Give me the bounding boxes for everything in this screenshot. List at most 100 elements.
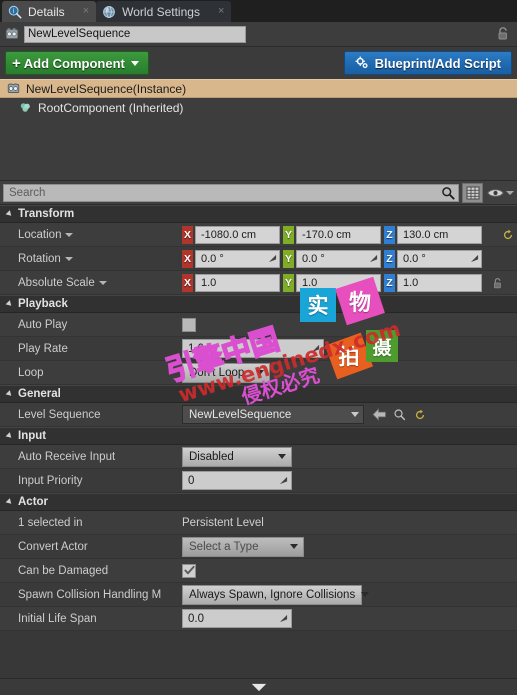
magnifier-icon[interactable] [441,186,455,200]
location-y-input[interactable]: -170.0 cm [296,225,381,244]
section-header-input[interactable]: Input [0,427,517,445]
browse-magnifier-icon[interactable] [391,406,408,423]
rotation-z-input[interactable]: 0.0 ° [397,249,482,268]
chevron-down-icon [98,280,107,285]
axis-label-y: Y [283,225,294,244]
property-value-absolute-scale: X 1.0 Y 1.0 Z 1.0 [182,273,517,292]
drag-spinner-icon[interactable] [369,254,378,263]
tab-details[interactable]: i Details × [2,1,97,22]
property-row-convert-actor: Convert Actor Select a Type [0,535,517,559]
loop-dropdown[interactable]: Don't Loop [182,362,270,383]
tree-row-label: RootComponent (Inherited) [38,100,184,115]
add-component-button[interactable]: + Add Component [5,51,149,75]
section-header-transform[interactable]: Transform [0,205,517,223]
auto-play-checkbox[interactable] [182,317,196,332]
scroll-footer[interactable] [0,678,517,695]
input-priority-input[interactable]: 0 [182,471,292,490]
drag-spinner-icon[interactable] [279,476,288,485]
tree-row-label: NewLevelSequence(Instance) [26,81,187,96]
section-title: Input [18,430,47,442]
reset-arrow-icon[interactable] [499,226,516,243]
expander-triangle-icon [5,498,14,506]
tab-world-settings-close-icon[interactable]: × [218,6,224,17]
reset-arrow-icon[interactable] [411,406,428,423]
value-text: 1.0 [188,342,204,355]
label-text: Initial Life Span [18,612,97,625]
level-sequence-asset-picker[interactable]: NewLevelSequence [182,405,364,424]
property-row-absolute-scale: Absolute Scale X 1.0 Y 1.0 Z 1.0 [0,271,517,295]
expander-triangle-icon [5,432,14,440]
auto-receive-input-dropdown[interactable]: Disabled [182,446,292,467]
property-row-auto-play: Auto Play [0,313,517,337]
label-text: Level Sequence [18,408,101,421]
value-text: 0.0 ° [302,252,325,265]
value-text: 0 [188,474,195,487]
component-tree: NewLevelSequence(Instance) RootComponent… [0,79,517,181]
chevron-down-icon [361,592,370,597]
location-x-input[interactable]: -1080.0 cm [195,225,280,244]
spawn-collision-dropdown[interactable]: Always Spawn, Ignore Collisions [182,584,370,605]
property-row-rotation: Rotation X 0.0 ° Y 0.0 ° Z 0.0 ° [0,247,517,271]
play-rate-input[interactable]: 1.0 [182,339,324,358]
blueprint-add-script-button[interactable]: Blueprint/Add Script [343,51,512,75]
section-header-playback[interactable]: Playback [0,295,517,313]
label-text: Absolute Scale [18,276,95,289]
drag-spinner-icon[interactable] [470,254,479,263]
scale-y-input[interactable]: 1.0 [296,273,381,292]
property-label-can-be-damaged: Can be Damaged [18,565,182,577]
label-text: Auto Play [18,318,68,331]
checkmark-icon [183,565,195,575]
property-label-rotation[interactable]: Rotation [18,253,182,265]
chevron-down-icon [351,412,359,417]
axis-label-z: Z [384,225,395,244]
section-header-general[interactable]: General [0,385,517,403]
tab-details-close-icon[interactable]: × [83,6,89,17]
scale-z-input[interactable]: 1.0 [397,273,482,292]
property-row-play-rate: Play Rate 1.0 [0,337,517,361]
property-value-auto-receive-input: Disabled [182,446,517,467]
view-options-button[interactable] [486,183,514,203]
scroll-down-icon [251,683,266,691]
property-label-absolute-scale[interactable]: Absolute Scale [18,277,182,289]
value-text: -1080.0 cm [201,228,257,241]
property-row-can-be-damaged: Can be Damaged [0,559,517,583]
use-selected-arrow-icon[interactable] [371,406,388,423]
lock-ratio-icon[interactable] [489,274,506,291]
property-value-input-priority: 0 [182,471,517,490]
can-be-damaged-checkbox[interactable] [182,563,196,578]
tree-row-root-actor[interactable]: NewLevelSequence(Instance) [0,79,517,98]
property-value-spawn-collision: Always Spawn, Ignore Collisions [182,584,517,605]
scale-x-input[interactable]: 1.0 [195,273,280,292]
drag-spinner-icon[interactable] [311,344,320,353]
value-text: NewLevelSequence [189,408,292,421]
property-label-play-rate: Play Rate [18,343,182,355]
property-value-play-rate: 1.0 [182,339,517,358]
details-magnifier-icon: i [8,5,22,18]
property-label-auto-play: Auto Play [18,319,182,331]
value-text: 130.0 cm [403,228,449,241]
section-header-actor[interactable]: Actor [0,493,517,511]
property-row-auto-receive-input: Auto Receive Input Disabled [0,445,517,469]
drag-spinner-icon[interactable] [268,254,277,263]
property-label-location[interactable]: Location [18,229,182,241]
location-z-input[interactable]: 130.0 cm [397,225,482,244]
label-text: Auto Receive Input [18,450,116,463]
tab-world-settings[interactable]: World Settings × [96,1,232,22]
expander-triangle-icon [5,390,14,398]
axis-label-z: Z [384,249,395,268]
drag-spinner-icon[interactable] [279,614,288,623]
axis-label-x: X [182,225,193,244]
grid-view-button[interactable] [462,182,483,203]
actor-name-input[interactable] [24,25,246,43]
component-toolbar: + Add Component Blueprint/Add Script [0,47,517,79]
convert-actor-dropdown[interactable]: Select a Type [182,536,304,557]
initial-life-span-input[interactable]: 0.0 [182,609,292,628]
rotation-y-input[interactable]: 0.0 ° [296,249,381,268]
axis-label-x: X [182,273,193,292]
lock-open-icon[interactable] [493,24,513,44]
tree-row-root-component[interactable]: RootComponent (Inherited) [0,98,517,117]
rotation-x-input[interactable]: 0.0 ° [195,249,280,268]
label-text: Rotation [18,252,61,265]
search-input[interactable] [7,185,441,200]
section-title: Playback [18,298,68,310]
